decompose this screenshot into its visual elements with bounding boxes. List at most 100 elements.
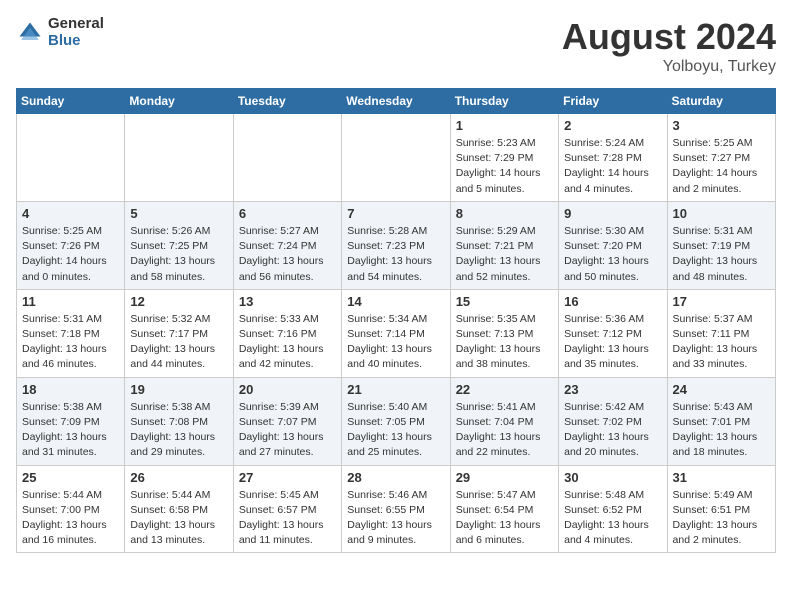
day-info: Sunrise: 5:42 AMSunset: 7:02 PMDaylight:… [564, 400, 661, 461]
day-info: Sunrise: 5:31 AMSunset: 7:18 PMDaylight:… [22, 312, 119, 373]
day-info: Sunrise: 5:25 AMSunset: 7:26 PMDaylight:… [22, 224, 119, 285]
calendar-cell: 5Sunrise: 5:26 AMSunset: 7:25 PMDaylight… [125, 201, 233, 289]
day-number: 3 [673, 118, 770, 133]
day-number: 14 [347, 294, 444, 309]
calendar-cell: 27Sunrise: 5:45 AMSunset: 6:57 PMDayligh… [233, 465, 341, 553]
day-info: Sunrise: 5:40 AMSunset: 7:05 PMDaylight:… [347, 400, 444, 461]
calendar-cell: 8 Sunrise: 5:29 AMSunset: 7:21 PMDaylight… [450, 201, 558, 289]
calendar-cell: 26Sunrise: 5:44 AMSunset: 6:58 PMDayligh… [125, 465, 233, 553]
calendar-cell: 20 Sunrise: 5:39 AMSunset: 7:07 PMDayligh… [233, 377, 341, 465]
day-info: Sunrise: 5:25 AMSunset: 7:27 PMDaylight:… [673, 136, 770, 197]
day-number: 24 [673, 382, 770, 397]
calendar-week-row: 1 Sunrise: 5:23 AMSunset: 7:29 PMDaylight… [17, 114, 776, 202]
calendar-cell [233, 114, 341, 202]
day-info: Sunrise: 5:24 AMSunset: 7:28 PMDaylight:… [564, 136, 661, 197]
col-header-tuesday: Tuesday [233, 89, 341, 114]
day-number: 11 [22, 294, 119, 309]
day-number: 13 [239, 294, 336, 309]
day-number: 2 [564, 118, 661, 133]
day-info: Sunrise: 5:37 AMSunset: 7:11 PMDaylight:… [673, 312, 770, 373]
day-number: 27 [239, 470, 336, 485]
day-number: 15 [456, 294, 553, 309]
day-info: Sunrise: 5:29 AMSunset: 7:21 PMDaylight:… [456, 224, 553, 285]
day-number: 1 [456, 118, 553, 133]
day-info: Sunrise: 5:34 AMSunset: 7:14 PMDaylight:… [347, 312, 444, 373]
title-block: August 2024 Yolboyu, Turkey [562, 16, 776, 76]
logo-blue-text: Blue [48, 33, 104, 50]
day-number: 9 [564, 206, 661, 221]
day-info: Sunrise: 5:43 AMSunset: 7:01 PMDaylight:… [673, 400, 770, 461]
logo: General Blue [16, 16, 104, 49]
calendar-cell: 18 Sunrise: 5:38 AMSunset: 7:09 PMDayligh… [17, 377, 125, 465]
calendar-cell: 4 Sunrise: 5:25 AMSunset: 7:26 PMDaylight… [17, 201, 125, 289]
day-info: Sunrise: 5:46 AMSunset: 6:55 PMDaylight:… [347, 488, 444, 549]
calendar-cell: 14 Sunrise: 5:34 AMSunset: 7:14 PMDayligh… [342, 289, 450, 377]
calendar-cell: 29Sunrise: 5:47 AMSunset: 6:54 PMDayligh… [450, 465, 558, 553]
calendar-cell: 11 Sunrise: 5:31 AMSunset: 7:18 PMDayligh… [17, 289, 125, 377]
calendar-cell: 2 Sunrise: 5:24 AMSunset: 7:28 PMDaylight… [559, 114, 667, 202]
calendar-cell: 21 Sunrise: 5:40 AMSunset: 7:05 PMDayligh… [342, 377, 450, 465]
day-number: 16 [564, 294, 661, 309]
calendar-cell: 25 Sunrise: 5:44 AMSunset: 7:00 PMDayligh… [17, 465, 125, 553]
day-number: 30 [564, 470, 661, 485]
day-info: Sunrise: 5:36 AMSunset: 7:12 PMDaylight:… [564, 312, 661, 373]
day-number: 12 [130, 294, 227, 309]
day-number: 10 [673, 206, 770, 221]
calendar-cell: 13 Sunrise: 5:33 AMSunset: 7:16 PMDayligh… [233, 289, 341, 377]
day-number: 7 [347, 206, 444, 221]
calendar-cell: 19 Sunrise: 5:38 AMSunset: 7:08 PMDayligh… [125, 377, 233, 465]
calendar-cell: 3 Sunrise: 5:25 AMSunset: 7:27 PMDaylight… [667, 114, 775, 202]
col-header-thursday: Thursday [450, 89, 558, 114]
day-info: Sunrise: 5:44 AMSunset: 7:00 PMDaylight:… [22, 488, 119, 549]
day-info: Sunrise: 5:38 AMSunset: 7:08 PMDaylight:… [130, 400, 227, 461]
calendar-cell [125, 114, 233, 202]
logo-icon [16, 19, 44, 47]
calendar-cell: 9Sunrise: 5:30 AMSunset: 7:20 PMDaylight… [559, 201, 667, 289]
day-info: Sunrise: 5:39 AMSunset: 7:07 PMDaylight:… [239, 400, 336, 461]
day-info: Sunrise: 5:27 AMSunset: 7:24 PMDaylight:… [239, 224, 336, 285]
calendar-header-row: SundayMondayTuesdayWednesdayThursdayFrid… [17, 89, 776, 114]
calendar-week-row: 25 Sunrise: 5:44 AMSunset: 7:00 PMDayligh… [17, 465, 776, 553]
day-info: Sunrise: 5:49 AMSunset: 6:51 PMDaylight:… [673, 488, 770, 549]
day-info: Sunrise: 5:47 AMSunset: 6:54 PMDaylight:… [456, 488, 553, 549]
day-info: Sunrise: 5:28 AMSunset: 7:23 PMDaylight:… [347, 224, 444, 285]
day-info: Sunrise: 5:41 AMSunset: 7:04 PMDaylight:… [456, 400, 553, 461]
day-number: 18 [22, 382, 119, 397]
day-number: 26 [130, 470, 227, 485]
day-info: Sunrise: 5:33 AMSunset: 7:16 PMDaylight:… [239, 312, 336, 373]
calendar-week-row: 11 Sunrise: 5:31 AMSunset: 7:18 PMDayligh… [17, 289, 776, 377]
calendar-cell: 1 Sunrise: 5:23 AMSunset: 7:29 PMDaylight… [450, 114, 558, 202]
col-header-wednesday: Wednesday [342, 89, 450, 114]
calendar-cell: 17 Sunrise: 5:37 AMSunset: 7:11 PMDayligh… [667, 289, 775, 377]
calendar-cell: 22 Sunrise: 5:41 AMSunset: 7:04 PMDayligh… [450, 377, 558, 465]
day-number: 23 [564, 382, 661, 397]
logo-general-text: General [48, 16, 104, 33]
col-header-monday: Monday [125, 89, 233, 114]
logo-text: General Blue [48, 16, 104, 49]
calendar-week-row: 4 Sunrise: 5:25 AMSunset: 7:26 PMDaylight… [17, 201, 776, 289]
day-number: 8 [456, 206, 553, 221]
calendar-cell: 10Sunrise: 5:31 AMSunset: 7:19 PMDayligh… [667, 201, 775, 289]
calendar-cell: 7 Sunrise: 5:28 AMSunset: 7:23 PMDaylight… [342, 201, 450, 289]
page-header: General Blue August 2024 Yolboyu, Turkey [16, 16, 776, 76]
day-number: 17 [673, 294, 770, 309]
day-info: Sunrise: 5:26 AMSunset: 7:25 PMDaylight:… [130, 224, 227, 285]
day-number: 6 [239, 206, 336, 221]
day-number: 19 [130, 382, 227, 397]
calendar-cell: 12 Sunrise: 5:32 AMSunset: 7:17 PMDayligh… [125, 289, 233, 377]
day-info: Sunrise: 5:38 AMSunset: 7:09 PMDaylight:… [22, 400, 119, 461]
calendar-cell [17, 114, 125, 202]
col-header-friday: Friday [559, 89, 667, 114]
col-header-saturday: Saturday [667, 89, 775, 114]
calendar-cell: 23 Sunrise: 5:42 AMSunset: 7:02 PMDayligh… [559, 377, 667, 465]
day-number: 21 [347, 382, 444, 397]
day-number: 25 [22, 470, 119, 485]
day-number: 31 [673, 470, 770, 485]
day-info: Sunrise: 5:23 AMSunset: 7:29 PMDaylight:… [456, 136, 553, 197]
day-number: 20 [239, 382, 336, 397]
day-number: 22 [456, 382, 553, 397]
day-info: Sunrise: 5:32 AMSunset: 7:17 PMDaylight:… [130, 312, 227, 373]
calendar-cell [342, 114, 450, 202]
calendar-location: Yolboyu, Turkey [562, 58, 776, 76]
day-number: 4 [22, 206, 119, 221]
